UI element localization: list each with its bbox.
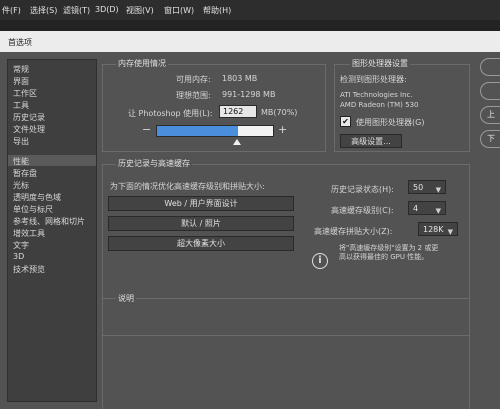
ok-button[interactable] — [480, 58, 500, 76]
menu-view[interactable]: 视图(V) — [126, 5, 154, 16]
gpu-performance-tip-line2: 高以获得最佳的 GPU 性能。 — [339, 253, 429, 261]
chevron-down-icon: ▼ — [435, 207, 441, 215]
ideal-range-value: 991-1298 MB — [222, 90, 276, 99]
use-gpu-label: 使用图形处理器(G) — [356, 118, 425, 127]
dialog-title: 首选项 — [8, 38, 32, 47]
sidebar-item-guides-grid-slices[interactable]: 参考线、网格和切片 — [13, 216, 85, 227]
ideal-range-label: 理想范围: — [176, 91, 211, 100]
menu-window[interactable]: 窗口(W) — [164, 5, 194, 16]
memory-slider-thumb[interactable] — [233, 139, 241, 145]
history-states-value: 50 — [413, 183, 424, 192]
sidebar-item-tools[interactable]: 工具 — [13, 100, 29, 111]
next-button[interactable]: 下 — [480, 130, 500, 148]
chevron-down-icon: ▼ — [435, 186, 441, 194]
web-ui-design-button[interactable]: Web / 用户界面设计 — [108, 196, 294, 211]
cache-levels-select[interactable]: 4 ▼ — [408, 201, 446, 215]
preferences-dialog: 常规 界面 工作区 工具 历史记录 文件处理 导出 性能 暂存盘 光标 透明度与… — [0, 52, 500, 409]
options-bar — [0, 20, 500, 31]
description-panel — [102, 298, 470, 409]
previous-button[interactable]: 上 — [480, 106, 500, 124]
menu-3d[interactable]: 3D(D) — [95, 5, 119, 14]
cancel-button[interactable] — [480, 82, 500, 100]
optimize-cache-prompt: 为下面的情况优化高速缓存级别和拼贴大小: — [110, 182, 265, 191]
sidebar-item-general[interactable]: 常规 — [13, 64, 29, 75]
sidebar-item-cursors[interactable]: 光标 — [13, 180, 29, 191]
sidebar-item-interface[interactable]: 界面 — [13, 76, 29, 87]
cache-tile-size-select[interactable]: 128K ▼ — [418, 222, 458, 236]
memory-amount-input[interactable]: 1262 — [219, 105, 257, 118]
sidebar-item-units-rulers[interactable]: 单位与标尺 — [13, 204, 53, 215]
photoshop-memory-label: 让 Photoshop 使用(L): — [128, 109, 213, 118]
sidebar-item-history-log[interactable]: 历史记录 — [13, 112, 45, 123]
sidebar-item-performance[interactable]: 性能 — [13, 156, 29, 167]
available-memory-label: 可用内存: — [176, 75, 211, 84]
history-cache-legend: 历史记录与高速缓存 — [116, 158, 192, 169]
menu-filter[interactable]: 滤镜(T) — [63, 5, 90, 16]
menu-file[interactable]: 件(F) — [2, 5, 21, 16]
menu-select[interactable]: 选择(S) — [30, 5, 57, 16]
chevron-down-icon: ▼ — [447, 228, 453, 236]
sidebar-item-workspace[interactable]: 工作区 — [13, 88, 37, 99]
memory-slider-fill — [157, 126, 239, 136]
preferences-sidebar: 常规 界面 工作区 工具 历史记录 文件处理 导出 性能 暂存盘 光标 透明度与… — [7, 59, 97, 402]
decrease-memory-button[interactable]: − — [142, 123, 151, 136]
memory-usage-legend: 内存使用情况 — [116, 58, 168, 69]
gpu-vendor: ATI Technologies Inc. — [340, 91, 413, 99]
sidebar-item-file-handling[interactable]: 文件处理 — [13, 124, 45, 135]
memory-unit-label: MB(70%) — [261, 108, 298, 117]
dialog-title-bar: 首选项 — [0, 31, 500, 52]
gpu-model: AMD Radeon (TM) 530 — [340, 101, 419, 109]
increase-memory-button[interactable]: + — [278, 123, 287, 136]
advanced-settings-button[interactable]: 高级设置... — [340, 134, 402, 148]
gpu-detected-label: 检测到图形处理器: — [340, 75, 407, 84]
sidebar-item-type[interactable]: 文字 — [13, 240, 29, 251]
sidebar-item-transparency-gamut[interactable]: 透明度与色域 — [13, 192, 61, 203]
description-legend: 说明 — [116, 293, 136, 304]
history-states-label: 历史记录状态(H): — [331, 185, 394, 194]
huge-pixel-dimensions-button[interactable]: 超大像素大小 — [108, 236, 294, 251]
info-icon: i — [312, 253, 328, 269]
sidebar-item-plugins[interactable]: 增效工具 — [13, 228, 45, 239]
menu-help[interactable]: 帮助(H) — [203, 5, 231, 16]
use-gpu-checkbox[interactable]: ✔ — [340, 116, 351, 127]
history-states-select[interactable]: 50 ▼ — [408, 180, 446, 194]
gpu-settings-legend: 图形处理器设置 — [350, 58, 410, 69]
cache-tile-size-value: 128K — [423, 225, 444, 234]
memory-slider[interactable] — [156, 125, 274, 137]
sidebar-item-3d[interactable]: 3D — [13, 252, 24, 261]
cache-tile-size-label: 高速缓存拼贴大小(Z): — [314, 227, 393, 236]
menu-bar: 件(F) 选择(S) 滤镜(T) 3D(D) 视图(V) 窗口(W) 帮助(H) — [0, 0, 500, 20]
available-memory-value: 1803 MB — [222, 74, 258, 83]
sidebar-item-export[interactable]: 导出 — [13, 136, 29, 147]
cache-levels-value: 4 — [413, 204, 419, 213]
sidebar-item-scratch-disks[interactable]: 暂存盘 — [13, 168, 37, 179]
cache-levels-label: 高速缓存级别(C): — [331, 206, 394, 215]
sidebar-item-technology-previews[interactable]: 技术预览 — [13, 264, 45, 275]
default-photos-button[interactable]: 默认 / 照片 — [108, 216, 294, 231]
